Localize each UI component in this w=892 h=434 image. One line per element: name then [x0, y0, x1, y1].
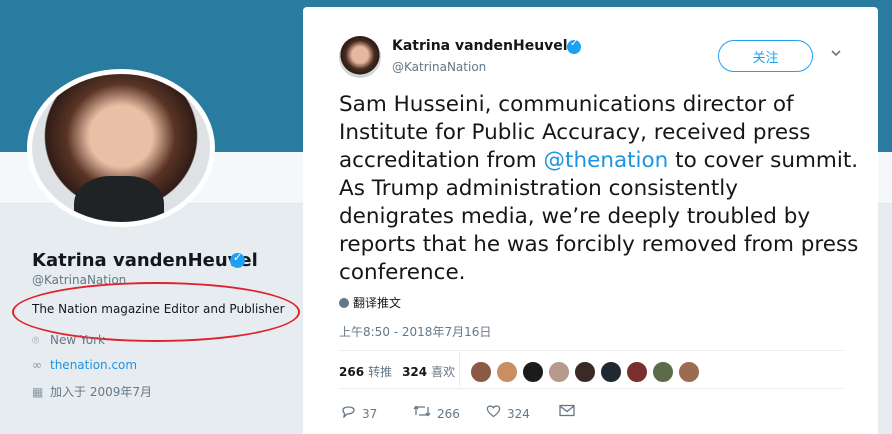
likes-count[interactable]: 324 — [402, 365, 427, 379]
reply-icon — [342, 406, 355, 418]
profile-name[interactable]: Katrina vandenHeuvel — [32, 250, 258, 271]
retweet-button[interactable]: 266 — [413, 404, 460, 421]
like-button[interactable]: 324 — [486, 404, 530, 421]
profile-location: ⌾ New York — [32, 333, 105, 348]
tweet-timestamp[interactable]: 上午8:50 - 2018年7月16日 — [339, 323, 491, 340]
liker-avatar[interactable] — [678, 361, 700, 383]
mention-link[interactable]: @thenation — [544, 148, 669, 173]
reply-button[interactable]: 37 — [341, 404, 377, 421]
message-icon — [559, 404, 575, 417]
verified-badge-icon — [567, 38, 581, 54]
heart-icon — [486, 405, 501, 418]
profile-joined: ▦ 加入于 2009年7月 — [32, 383, 152, 400]
tweet-text: Sam Husseini, communications director of… — [339, 91, 859, 287]
translate-label: 翻译推文 — [353, 296, 402, 310]
location-text: New York — [50, 333, 105, 347]
reply-count: 37 — [362, 407, 378, 421]
likes-label[interactable]: 喜欢 — [431, 365, 455, 379]
stats-separator — [459, 352, 460, 386]
link-icon: ∞ — [32, 358, 42, 372]
liker-avatar[interactable] — [548, 361, 570, 383]
divider — [339, 350, 843, 351]
direct-message-button[interactable] — [559, 404, 581, 420]
liker-avatar[interactable] — [626, 361, 648, 383]
calendar-icon: ▦ — [32, 385, 44, 399]
profile-website[interactable]: ∞ thenation.com — [32, 358, 137, 372]
divider — [339, 388, 843, 389]
translate-tweet-link[interactable]: 翻译推文 — [339, 294, 401, 311]
liker-avatar[interactable] — [470, 361, 492, 383]
retweet-action-count: 266 — [437, 407, 460, 421]
engagement-stats: 266 转推 324 喜欢 — [339, 363, 465, 380]
liker-avatar[interactable] — [652, 361, 674, 383]
liker-avatar[interactable] — [496, 361, 518, 383]
tweet-author-handle[interactable]: @KatrinaNation — [392, 60, 486, 74]
joined-text: 加入于 2009年7月 — [50, 385, 152, 399]
follow-button[interactable]: 关注 — [718, 40, 813, 72]
retweets-label[interactable]: 转推 — [368, 365, 392, 379]
verified-badge-icon — [230, 251, 245, 268]
retweet-icon — [413, 405, 431, 417]
liker-avatar[interactable] — [522, 361, 544, 383]
profile-avatar[interactable] — [27, 69, 215, 227]
like-action-count: 324 — [507, 407, 530, 421]
tweet-card: Katrina vandenHeuvel @KatrinaNation 关注 S… — [303, 7, 878, 434]
tweet-author-name[interactable]: Katrina vandenHeuvel — [392, 38, 568, 54]
liker-avatar[interactable] — [600, 361, 622, 383]
liker-avatar[interactable] — [574, 361, 596, 383]
chevron-down-icon[interactable] — [830, 47, 842, 59]
tweet-author-avatar[interactable] — [339, 36, 381, 78]
website-link[interactable]: thenation.com — [50, 358, 137, 372]
globe-icon — [339, 298, 349, 308]
location-pin-icon: ⌾ — [32, 333, 40, 347]
retweets-count[interactable]: 266 — [339, 365, 364, 379]
